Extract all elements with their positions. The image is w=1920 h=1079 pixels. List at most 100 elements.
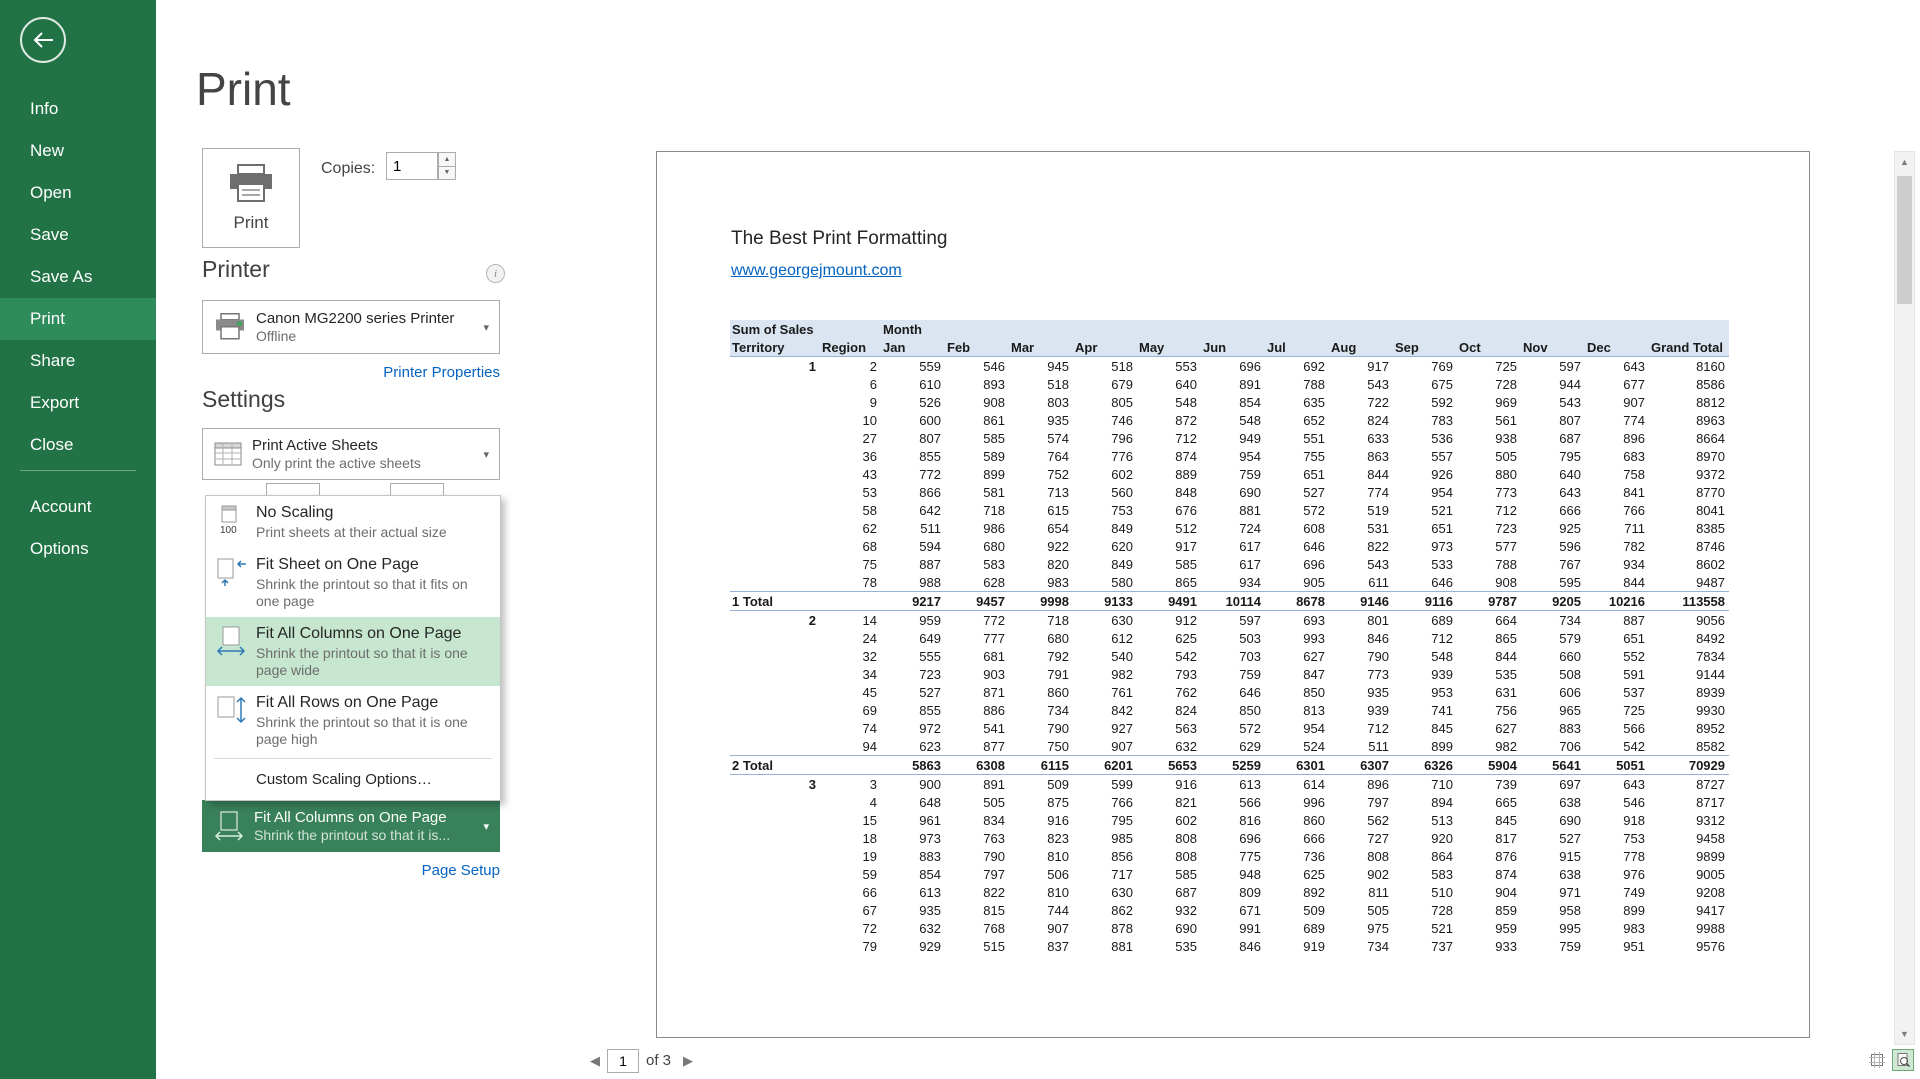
table-row: 2780758557479671294955163353693868789686…: [730, 429, 1729, 447]
print-what-dropdown[interactable]: Print Active Sheets Only print the activ…: [202, 428, 500, 480]
cell: 666: [1521, 501, 1585, 519]
table-row: 2149597727186309125976938016896647348879…: [730, 611, 1729, 630]
previous-page-button[interactable]: ◀: [590, 1053, 600, 1069]
printer-properties-link[interactable]: Printer Properties: [383, 364, 500, 381]
back-button[interactable]: [20, 17, 66, 63]
table-total-row: 1 Total921794579998913394911011486789146…: [730, 592, 1729, 611]
spin-down-icon[interactable]: ▼: [438, 167, 456, 181]
print-button[interactable]: Print: [202, 148, 300, 248]
table-row: 1596183491679560281686056251384569091893…: [730, 811, 1729, 829]
sidebar-item-save[interactable]: Save: [0, 214, 156, 256]
cell: 8041: [1649, 501, 1729, 519]
scroll-down-icon[interactable]: ▼: [1895, 1024, 1914, 1044]
sidebar-item-close[interactable]: Close: [0, 424, 156, 466]
custom-scaling-options-item[interactable]: Custom Scaling Options…: [206, 762, 500, 800]
scrollbar-thumb[interactable]: [1897, 176, 1912, 304]
cell: 631: [1457, 683, 1521, 701]
cell: 766: [1585, 501, 1649, 519]
print-button-label: Print: [234, 213, 269, 233]
cell: 816: [1201, 811, 1265, 829]
sidebar-item-new[interactable]: New: [0, 130, 156, 172]
copies-input[interactable]: [386, 152, 438, 180]
cell: 666: [1265, 829, 1329, 847]
cell: [1521, 320, 1585, 338]
sidebar-item-save-as[interactable]: Save As: [0, 256, 156, 298]
scaling-option-fit-columns[interactable]: Fit All Columns on One PageShrink the pr…: [206, 617, 500, 686]
next-page-button[interactable]: ▶: [683, 1053, 693, 1069]
cell: 768: [945, 919, 1009, 937]
sidebar-item-info[interactable]: Info: [0, 88, 156, 130]
sidebar-item-export[interactable]: Export: [0, 382, 156, 424]
cell: 8963: [1649, 411, 1729, 429]
cell: 649: [881, 629, 945, 647]
sidebar-item-share[interactable]: Share: [0, 340, 156, 382]
sidebar-item-account[interactable]: Account: [0, 486, 156, 528]
cell: 595: [1521, 573, 1585, 592]
cell: Grand Total: [1649, 338, 1729, 357]
cell: 5904: [1457, 756, 1521, 775]
cell: 513: [1393, 811, 1457, 829]
sidebar-item-options[interactable]: Options: [0, 528, 156, 570]
cell: 629: [1201, 737, 1265, 756]
cell: 722: [1329, 393, 1393, 411]
vertical-scrollbar[interactable]: ▲ ▼: [1894, 151, 1915, 1045]
cell: 736: [1265, 847, 1329, 865]
zoom-to-page-button[interactable]: [1892, 1049, 1914, 1071]
cell: 772: [881, 465, 945, 483]
cell: [730, 375, 820, 393]
cell: 640: [1137, 375, 1201, 393]
cell: 518: [1073, 357, 1137, 376]
backstage-nav: InfoNewOpenSaveSave AsPrintShareExportCl…: [0, 88, 156, 466]
fit-columns-white-icon: [213, 811, 245, 841]
cell: 521: [1393, 501, 1457, 519]
cell: 855: [881, 447, 945, 465]
cell: 996: [1265, 793, 1329, 811]
cell: 524: [1265, 737, 1329, 756]
cell: 891: [945, 775, 1009, 794]
scaling-option-fit-sheet[interactable]: Fit Sheet on One PageShrink the printout…: [206, 548, 500, 617]
cell: 614: [1265, 775, 1329, 794]
cell: 907: [1009, 919, 1073, 937]
cell: 9899: [1649, 847, 1729, 865]
printer-dropdown[interactable]: Canon MG2200 series Printer Offline ▾: [202, 300, 500, 354]
cell: 67: [820, 901, 881, 919]
cell: [730, 429, 820, 447]
cell: 592: [1393, 393, 1457, 411]
scaling-option-fit-rows[interactable]: Fit All Rows on One PageShrink the print…: [206, 686, 500, 755]
cell: Oct: [1457, 338, 1521, 357]
cell: Sep: [1393, 338, 1457, 357]
cell: 935: [1329, 683, 1393, 701]
info-icon[interactable]: i: [486, 264, 505, 283]
cell: 9056: [1649, 611, 1729, 630]
cell: [730, 555, 820, 573]
cell: 972: [881, 719, 945, 737]
cell: 783: [1393, 411, 1457, 429]
table-row: 1255954694551855369669291776972559764381…: [730, 357, 1729, 376]
table-row: 7898862898358086593490561164690859584494…: [730, 573, 1729, 592]
sidebar-item-print[interactable]: Print: [0, 298, 156, 340]
cell: 652: [1265, 411, 1329, 429]
cell: 927: [1073, 719, 1137, 737]
cell: 505: [1329, 901, 1393, 919]
scroll-up-icon[interactable]: ▲: [1895, 152, 1914, 172]
scaling-option-no-scaling[interactable]: 100No ScalingPrint sheets at their actua…: [206, 496, 500, 548]
table-row: 5386658171356084869052777495477364384187…: [730, 483, 1729, 501]
page-number-input[interactable]: [607, 1049, 639, 1073]
scaling-dropdown[interactable]: Fit All Columns on One Page Shrink the p…: [202, 800, 500, 852]
sidebar-item-open[interactable]: Open: [0, 172, 156, 214]
show-margins-button[interactable]: [1866, 1049, 1888, 1071]
spin-up-icon[interactable]: ▲: [438, 152, 456, 167]
table-row: 3255568179254054270362779054884466055278…: [730, 647, 1729, 665]
cell: 580: [1073, 573, 1137, 592]
cell: 625: [1265, 865, 1329, 883]
cell: 791: [1009, 665, 1073, 683]
cell: [730, 573, 820, 592]
page-setup-link[interactable]: Page Setup: [422, 862, 500, 879]
cell: 865: [1457, 629, 1521, 647]
scaling-option-desc: Print sheets at their actual size: [256, 524, 447, 541]
cell: 651: [1393, 519, 1457, 537]
cell: 533: [1393, 555, 1457, 573]
cell: 557: [1393, 447, 1457, 465]
cell: 519: [1329, 501, 1393, 519]
cell: 9: [820, 393, 881, 411]
